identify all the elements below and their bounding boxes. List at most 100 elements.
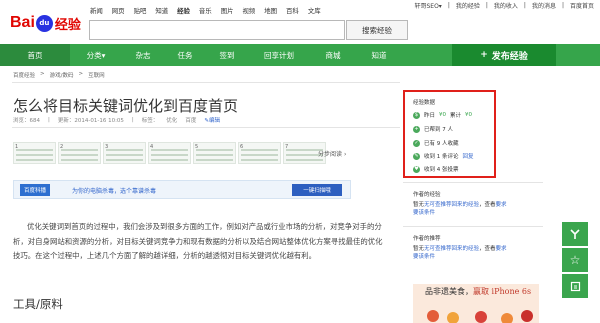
logo-jingyan: 经验	[54, 17, 81, 33]
nav-baike[interactable]: 百科	[286, 6, 299, 15]
banner-button[interactable]: 一键扫描哦	[292, 184, 342, 196]
comment-icon: ✎	[413, 152, 420, 160]
divider	[403, 226, 543, 227]
article-body: 优化关键词到首页的过程中，我们会涉及到很多方面的工作，例如对产品或行业市场的分析…	[13, 222, 383, 260]
empty-note: 暂无	[413, 246, 425, 252]
my-messages-link[interactable]: 我的消息	[532, 1, 556, 10]
baidu-jingyan-logo[interactable]: Bai du 经验	[10, 8, 81, 38]
step-thumbnail[interactable]: 3	[103, 142, 146, 164]
stat-label: 昨日	[424, 113, 436, 119]
step-thumbnail[interactable]: 2	[58, 142, 101, 164]
section-title: 工具/原料	[13, 297, 63, 311]
nav-wenku[interactable]: 文库	[308, 6, 321, 15]
recommend-link[interactable]: 无可查推荐回来的经验	[424, 202, 479, 208]
step-thumbnail[interactable]: 4	[148, 142, 191, 164]
tag-youhua[interactable]: 优化	[166, 116, 177, 124]
requirements-link[interactable]: 要求	[496, 202, 507, 208]
nav-music[interactable]: 音乐	[199, 6, 212, 15]
nav-zhidao[interactable]: 知道	[155, 6, 168, 15]
banner-text[interactable]: 为你的电脑杀毒，选个靠谱杀毒	[72, 186, 156, 195]
author-recommend-title: 作者的推荐	[413, 236, 441, 242]
nav-tieba[interactable]: 贴吧	[134, 6, 147, 15]
my-jingyan-link[interactable]: 我的经验	[456, 1, 480, 10]
stat-label: 已有 9 人收藏	[424, 141, 459, 147]
money-icon: $	[413, 111, 420, 119]
sidebar-ad[interactable]: 品非遗美食，赢取 iPhone 6s	[413, 284, 539, 323]
plus-icon: +	[413, 125, 420, 133]
banner-tag: 百度科播	[20, 184, 51, 196]
recommend-link[interactable]: 无可查推荐回来的经验	[424, 246, 479, 252]
stat-earnings: $ 昨日 ¥0 累计 ¥0	[413, 111, 472, 119]
stat-votes: ♥ 收到 4 张投票	[413, 165, 459, 173]
stat-comments: ✎ 收到 1 条评论 回复	[413, 152, 474, 160]
separator: |	[485, 1, 488, 9]
main-nav-magazine[interactable]: 杂志	[122, 44, 164, 66]
requirements-link[interactable]: 要求	[496, 246, 507, 252]
main-nav: 首页 分类▾ 杂志 任务 签到 回享计划 商城 知道	[0, 44, 402, 66]
chevron-right-icon: >	[78, 71, 84, 77]
views: 浏览：684	[13, 118, 40, 124]
search-button[interactable]: 搜索经验	[346, 20, 408, 40]
share-glyph	[570, 229, 580, 239]
search-input[interactable]	[89, 20, 345, 40]
nav-web[interactable]: 网页	[112, 6, 125, 15]
nav-news[interactable]: 新闻	[90, 6, 103, 15]
updated: 更新：2014-01-16 10:05	[57, 118, 124, 124]
heart-icon: ♥	[413, 165, 420, 173]
fruit-image	[427, 310, 439, 322]
step-thumbnail[interactable]: 5	[193, 142, 236, 164]
edit-icon[interactable]	[562, 274, 588, 298]
breadcrumb-home[interactable]: 百度经验	[13, 71, 35, 79]
page-title: 怎么将目标关键词优化到百度首页	[13, 97, 239, 115]
nav-video[interactable]: 视频	[242, 6, 255, 15]
ad-text: 品非遗美食，赢取 iPhone 6s	[425, 286, 531, 297]
chevron-right-icon: >	[40, 71, 45, 77]
fruit-image	[447, 312, 459, 323]
divider	[12, 127, 400, 128]
step-reading-link[interactable]: 分步阅读 ›	[318, 149, 346, 158]
main-nav-home[interactable]: 首页	[0, 44, 70, 66]
my-income-link[interactable]: 我的收入	[494, 1, 518, 10]
separator: |	[523, 1, 526, 9]
edit-link[interactable]: ✎编辑	[204, 116, 220, 124]
fruit-image	[501, 313, 513, 323]
reply-link[interactable]: 回复	[463, 152, 474, 160]
nav-map[interactable]: 地图	[264, 6, 277, 15]
main-nav-huixiang[interactable]: 回享计划	[248, 44, 310, 66]
user-menu[interactable]: 轩哥SEO▾	[414, 1, 441, 10]
nav-images[interactable]: 图片	[221, 6, 234, 15]
stat-value: ¥0	[465, 112, 473, 118]
nav-jingyan[interactable]: 经验	[177, 6, 190, 15]
note-text: ，查看	[479, 202, 496, 208]
tags-label: 标签：	[141, 118, 159, 124]
stat-label: 收到 1 条评论	[424, 154, 459, 160]
fruit-image	[521, 310, 533, 322]
stats-title: 经验数据	[413, 100, 436, 106]
baidu-home-link[interactable]: 百度首页	[570, 1, 594, 10]
separator: |	[561, 1, 564, 9]
article-meta: 浏览：684 | 更新：2014-01-16 10:05 | 标签： 优化 百度…	[13, 116, 220, 124]
publish-button[interactable]: + 发布经验	[452, 44, 556, 66]
stat-label: 收到 4 张投票	[424, 167, 459, 173]
ad-banner[interactable]: 百度科播 为你的电脑杀毒，选个靠谱杀毒 一键扫描哦	[13, 180, 351, 199]
ad-text-b: 赢取 iPhone 6s	[473, 287, 532, 296]
check-icon: ✓	[413, 139, 420, 147]
star-icon[interactable]: ☆	[562, 248, 588, 272]
main-nav-tasks[interactable]: 任务	[164, 44, 206, 66]
author-jingyan-title: 作者的经验	[413, 192, 441, 198]
main-nav-checkin[interactable]: 签到	[206, 44, 248, 66]
step-thumbnail[interactable]: 6	[238, 142, 281, 164]
breadcrumb: 百度经验 > 游戏/数码 > 互联网	[13, 71, 105, 79]
conditions-link[interactable]: 要该条件	[413, 210, 435, 216]
step-thumbnail[interactable]: 1	[13, 142, 56, 164]
conditions-link[interactable]: 要该条件	[413, 254, 435, 260]
tag-baidu[interactable]: 百度	[185, 116, 196, 124]
stat-value: ¥0	[439, 112, 447, 118]
breadcrumb-games[interactable]: 游戏/数码	[50, 71, 74, 79]
main-nav-category[interactable]: 分类▾	[70, 44, 122, 66]
main-nav-zhidao[interactable]: 知道	[356, 44, 402, 66]
share-icon[interactable]	[562, 222, 588, 246]
separator: |	[447, 1, 450, 9]
breadcrumb-internet[interactable]: 互联网	[88, 71, 105, 79]
main-nav-mall[interactable]: 商城	[310, 44, 356, 66]
